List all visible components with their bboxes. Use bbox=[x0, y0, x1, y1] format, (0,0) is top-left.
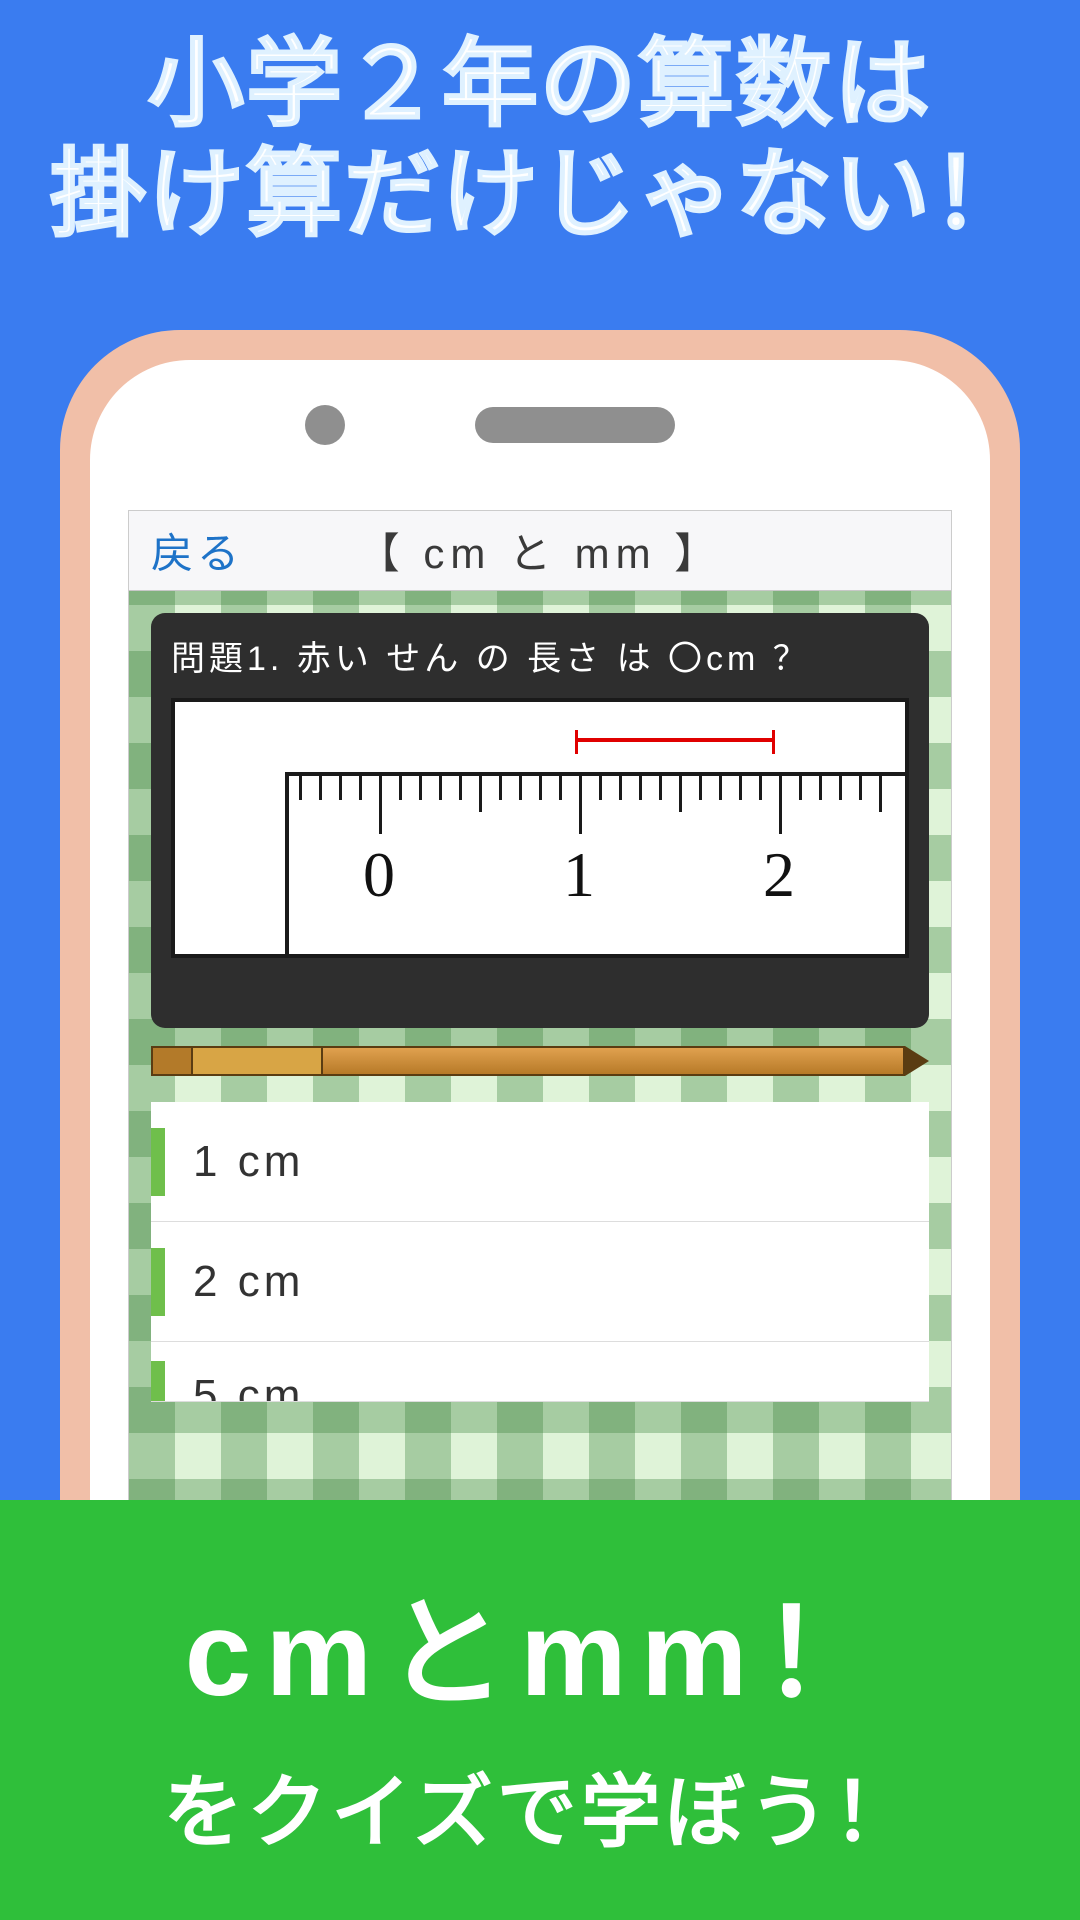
answer-label: 1 cm bbox=[193, 1137, 304, 1187]
ruler-tick bbox=[379, 776, 382, 834]
ruler-illustration: 0 1 2 bbox=[171, 698, 909, 958]
question-text: 問題1. 赤い せん の 長さ は 〇cm ？ bbox=[171, 631, 909, 680]
ruler-tick bbox=[419, 776, 422, 800]
promo-top-line1: 小学２年の算数は bbox=[0, 30, 1080, 140]
ruler-tick bbox=[479, 776, 482, 812]
pencil-shaft-icon bbox=[323, 1046, 905, 1076]
answer-option[interactable]: 5 cm bbox=[151, 1342, 929, 1402]
question-card: 問題1. 赤い せん の 長さ は 〇cm ？ 0 1 2 bbox=[151, 613, 929, 1028]
ruler-tick bbox=[459, 776, 462, 800]
ruler-body: 0 1 2 bbox=[285, 772, 909, 958]
ruler-tick bbox=[639, 776, 642, 800]
answer-option[interactable]: 2 cm bbox=[151, 1222, 929, 1342]
ruler-tick bbox=[619, 776, 622, 800]
answer-label: 5 cm bbox=[193, 1371, 304, 1402]
ruler-tick bbox=[659, 776, 662, 800]
ruler-tick bbox=[299, 776, 302, 800]
ruler-tick bbox=[799, 776, 802, 800]
ruler-number: 1 bbox=[563, 838, 595, 912]
pencil-ferrule-icon bbox=[193, 1046, 323, 1076]
ruler-tick bbox=[579, 776, 582, 834]
phone-sensors bbox=[90, 405, 990, 445]
answer-marker-icon bbox=[151, 1361, 165, 1401]
ruler-tick bbox=[499, 776, 502, 800]
ruler-tick bbox=[779, 776, 782, 834]
answer-option[interactable]: 1 cm bbox=[151, 1102, 929, 1222]
answer-list: 1 cm 2 cm 5 cm bbox=[151, 1102, 929, 1402]
pencil-eraser-icon bbox=[151, 1046, 193, 1076]
answer-marker-icon bbox=[151, 1248, 165, 1316]
speaker-icon bbox=[475, 407, 675, 443]
ruler-tick bbox=[859, 776, 862, 800]
navbar: 戻る 【 cm と mm 】 bbox=[129, 511, 951, 591]
ruler-tick bbox=[319, 776, 322, 800]
camera-icon bbox=[305, 405, 345, 445]
page-title: 【 cm と mm 】 bbox=[129, 520, 951, 581]
ruler-number: 0 bbox=[363, 838, 395, 912]
promo-bottom-line2: をクイズで学ぼう！ bbox=[0, 1748, 1080, 1864]
ruler-tick bbox=[439, 776, 442, 800]
ruler-tick bbox=[559, 776, 562, 800]
ruler-tick bbox=[719, 776, 722, 800]
ruler-tick bbox=[759, 776, 762, 800]
promo-top-line2: 掛け算だけじゃない！ bbox=[0, 140, 1080, 250]
ruler-tick bbox=[679, 776, 682, 812]
ruler-tick bbox=[819, 776, 822, 800]
ruler-tick bbox=[599, 776, 602, 800]
ruler-tick bbox=[519, 776, 522, 800]
promo-bottom-banner: cmとmm！ をクイズで学ぼう！ bbox=[0, 1500, 1080, 1920]
ruler-tick bbox=[399, 776, 402, 800]
red-line-icon bbox=[575, 738, 775, 742]
ruler-tick bbox=[699, 776, 702, 800]
ruler-tick bbox=[339, 776, 342, 800]
ruler-tick bbox=[739, 776, 742, 800]
ruler-tick bbox=[539, 776, 542, 800]
pencil-tip-icon bbox=[905, 1046, 929, 1076]
ruler-tick bbox=[839, 776, 842, 800]
ruler-tick bbox=[359, 776, 362, 800]
ruler-tick bbox=[879, 776, 882, 812]
progress-bar-pencil bbox=[151, 1046, 929, 1076]
answer-marker-icon bbox=[151, 1128, 165, 1196]
promo-top-banner: 小学２年の算数は 掛け算だけじゃない！ bbox=[0, 0, 1080, 271]
answer-label: 2 cm bbox=[193, 1257, 304, 1307]
promo-bottom-line1: cmとmm！ bbox=[0, 1556, 1080, 1730]
ruler-number: 2 bbox=[763, 838, 795, 912]
back-button[interactable]: 戻る bbox=[129, 520, 243, 581]
